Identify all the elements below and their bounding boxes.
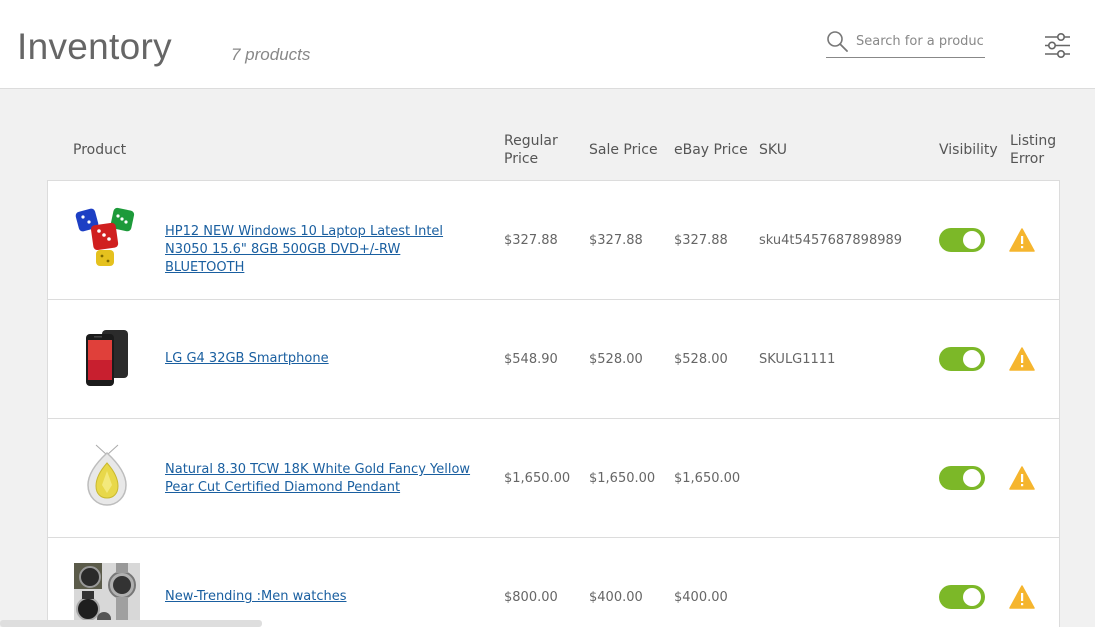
sku: sku4t5457687898989 [759, 233, 903, 248]
visibility-toggle[interactable] [939, 585, 985, 609]
column-header-sku[interactable]: SKU [759, 141, 787, 159]
product-name-link[interactable]: New-Trending :Men watches [165, 588, 480, 606]
toggle-knob [963, 350, 981, 368]
regular-price: $800.00 [504, 590, 558, 605]
horizontal-scrollbar[interactable] [0, 620, 262, 627]
column-header-visibility[interactable]: Visibility [939, 141, 998, 159]
search-input[interactable] [856, 31, 984, 51]
warning-triangle-icon[interactable] [1009, 228, 1035, 252]
warning-triangle-icon[interactable] [1009, 347, 1035, 371]
regular-price: $1,650.00 [504, 471, 571, 486]
table-row: Natural 8.30 TCW 18K White Gold Fancy Ye… [48, 419, 1059, 538]
table-row: LG G4 32GB Smartphone $548.90 $528.00 $5… [48, 300, 1059, 419]
visibility-toggle[interactable] [939, 466, 985, 490]
sliders-icon[interactable] [1044, 32, 1071, 59]
warning-triangle-icon[interactable] [1009, 585, 1035, 609]
product-thumbnail [75, 207, 135, 266]
regular-price: $327.88 [504, 233, 558, 248]
column-header-sale-price[interactable]: Sale Price [589, 141, 658, 159]
page-title: Inventory [17, 26, 172, 67]
table-row: HP12 NEW Windows 10 Laptop Latest Intel … [48, 181, 1059, 300]
ebay-price: $327.88 [674, 233, 728, 248]
column-header-ebay-price[interactable]: eBay Price [674, 141, 748, 159]
product-name-link[interactable]: LG G4 32GB Smartphone [165, 350, 480, 368]
product-thumbnail [74, 563, 140, 627]
ebay-price: $1,650.00 [674, 471, 741, 486]
column-header-product[interactable]: Product [73, 141, 126, 159]
ebay-price: $400.00 [674, 590, 728, 605]
column-header-regular-price[interactable]: Regular Price [504, 132, 558, 168]
toggle-knob [963, 588, 981, 606]
product-count: 7 products [231, 45, 311, 64]
toggle-knob [963, 231, 981, 249]
sale-price: $400.00 [589, 590, 643, 605]
sale-price: $528.00 [589, 352, 643, 367]
visibility-toggle[interactable] [939, 228, 985, 252]
ebay-price: $528.00 [674, 352, 728, 367]
search-icon [827, 31, 848, 52]
page-header: Inventory 7 products [0, 0, 1095, 89]
column-header-listing-error[interactable]: Listing Error [1010, 132, 1056, 168]
sale-price: $1,650.00 [589, 471, 656, 486]
sale-price: $327.88 [589, 233, 643, 248]
toggle-knob [963, 469, 981, 487]
warning-triangle-icon[interactable] [1009, 466, 1035, 490]
product-name-link[interactable]: HP12 NEW Windows 10 Laptop Latest Intel … [165, 223, 480, 277]
regular-price: $548.90 [504, 352, 558, 367]
visibility-toggle[interactable] [939, 347, 985, 371]
search-box[interactable] [826, 29, 985, 58]
product-name-link[interactable]: Natural 8.30 TCW 18K White Gold Fancy Ye… [165, 461, 480, 497]
sku: SKULG1111 [759, 352, 836, 367]
product-thumbnail [86, 330, 128, 386]
table-row: New-Trending :Men watches $800.00 $400.0… [48, 538, 1059, 627]
products-table: HP12 NEW Windows 10 Laptop Latest Intel … [47, 180, 1060, 627]
product-thumbnail [87, 444, 127, 506]
